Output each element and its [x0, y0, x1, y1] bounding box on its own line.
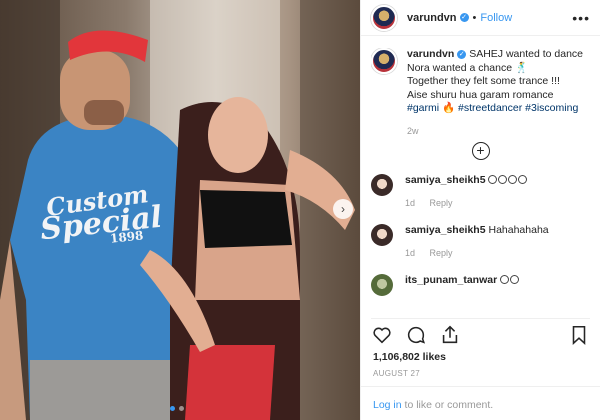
reply-button[interactable]: Reply [430, 198, 453, 208]
comment-body: samiya_sheikh5 Hahahahaha 1d Reply [405, 224, 549, 260]
hashtag-link[interactable]: #3iscoming [525, 102, 578, 114]
login-link[interactable]: Log in [373, 399, 402, 411]
login-prompt: Log in to like or comment. [361, 386, 600, 420]
comment: its_punam_tanwar [371, 274, 590, 296]
caption-age[interactable]: 2w [407, 125, 590, 139]
caption-line: Aise shuru hua garam romance [407, 88, 554, 101]
reply-button[interactable]: Reply [430, 248, 453, 258]
commenter-avatar[interactable] [371, 224, 393, 246]
avatar[interactable] [371, 4, 397, 31]
commenter-username[interactable]: samiya_sheikh5 [405, 174, 486, 186]
comment-age[interactable]: 1d [405, 198, 415, 208]
comment-age[interactable]: 1d [405, 248, 415, 258]
login-prompt-text: to like or comment. [401, 399, 494, 411]
action-bar [371, 318, 590, 350]
carousel-dot-active [170, 406, 175, 411]
instagram-post: Custom Special 1898 › varundvn ✓ • Follo… [0, 0, 600, 420]
commenter-avatar[interactable] [371, 174, 393, 196]
caption: varundvn ✓ SAHEJ wanted to dance Nora wan… [371, 48, 590, 138]
caption-line: Together they felt some trance !!! [407, 75, 560, 87]
commenter-username[interactable]: samiya_sheikh5 [405, 224, 486, 236]
emoji-group-icon [500, 274, 520, 286]
caption-body: varundvn ✓ SAHEJ wanted to dance Nora wan… [407, 48, 590, 138]
more-options-icon[interactable]: ••• [572, 10, 590, 26]
emoji-group-icon [488, 174, 528, 186]
caption-username[interactable]: varundvn [407, 48, 454, 60]
commenter-avatar[interactable] [371, 274, 393, 296]
fire-emoji: 🔥 [442, 102, 456, 114]
share-icon[interactable] [439, 324, 461, 346]
carousel-dot [179, 406, 184, 411]
heart-icon[interactable] [371, 324, 393, 346]
likes-count[interactable]: 1,106,802 likes [373, 351, 446, 363]
follow-button[interactable]: Follow [480, 12, 512, 24]
post-date[interactable]: AUGUST 27 [373, 369, 420, 378]
carousel-next-button[interactable]: › [333, 199, 353, 219]
comment-icon[interactable] [405, 324, 427, 346]
post-header: varundvn ✓ • Follow ••• [361, 0, 600, 36]
comment: samiya_sheikh5 Hahahahaha 1d Reply [371, 224, 590, 260]
comments-list[interactable]: varundvn ✓ SAHEJ wanted to dance Nora wan… [371, 48, 590, 316]
comment-body: its_punam_tanwar [405, 274, 520, 296]
commenter-username[interactable]: its_punam_tanwar [405, 274, 497, 286]
verified-badge-icon: ✓ [459, 13, 469, 22]
comment-text: Hahahahaha [488, 224, 549, 236]
post-photo[interactable]: Custom Special 1898 › [0, 0, 360, 420]
comment-body: samiya_sheikh5 1d Reply [405, 174, 528, 210]
comment: samiya_sheikh5 1d Reply [371, 174, 590, 210]
hashtag-link[interactable]: #streetdancer [458, 102, 522, 114]
comment-meta: 1d Reply [405, 197, 528, 210]
caption-line: SAHEJ wanted to dance [469, 48, 584, 60]
verified-badge-icon: ✓ [457, 50, 467, 59]
post-side-panel: varundvn ✓ • Follow ••• varundvn ✓ SAHEJ … [360, 0, 600, 420]
caption-avatar[interactable] [371, 48, 397, 74]
header-separator: • [472, 11, 477, 24]
hashtag-link[interactable]: #garmi [407, 102, 439, 114]
bookmark-icon[interactable] [568, 324, 590, 346]
comment-meta: 1d Reply [405, 247, 549, 260]
carousel-indicator [170, 406, 184, 411]
chevron-right-icon: › [341, 202, 345, 216]
caption-line: Nora wanted a chance 🕺 [407, 61, 529, 74]
load-more-comments-button[interactable]: + [471, 142, 490, 160]
header-username[interactable]: varundvn [407, 12, 457, 24]
